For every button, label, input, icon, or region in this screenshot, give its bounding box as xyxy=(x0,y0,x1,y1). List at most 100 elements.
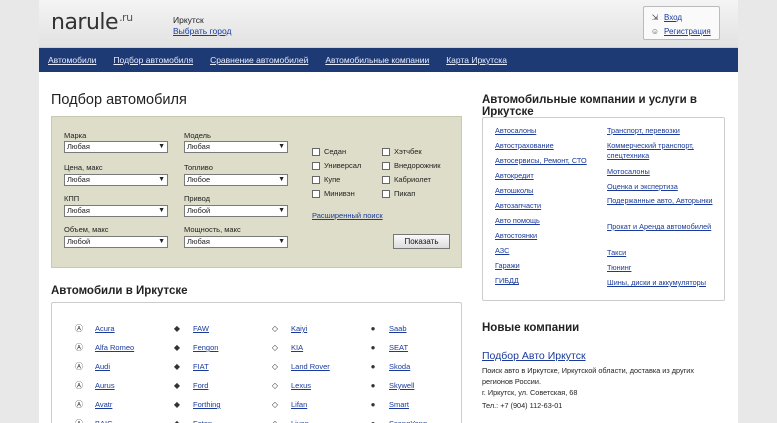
brand-item[interactable]: Ⓐ Audi xyxy=(72,362,110,371)
brand-link[interactable]: Kaiyi xyxy=(291,324,307,333)
company-category-link[interactable]: Авто помощь xyxy=(495,216,607,226)
price-select[interactable]: Любая ▼ xyxy=(64,174,168,186)
choose-city-link[interactable]: Выбрать город xyxy=(173,26,231,36)
body-pickup-checkbox[interactable]: Пикап xyxy=(382,189,415,198)
brand-link[interactable]: Avatr xyxy=(95,400,112,409)
brand-item[interactable]: ● SEAT xyxy=(366,343,408,352)
brand-link[interactable]: Livan xyxy=(291,419,309,423)
brand-item[interactable]: ◇ Lexus xyxy=(268,381,311,390)
field-label: Цена, макс xyxy=(64,163,103,172)
company-category-link[interactable]: АЗС xyxy=(495,246,607,256)
chevron-down-icon: ▼ xyxy=(278,238,285,245)
new-company-link[interactable]: Подбор Авто Иркутск xyxy=(482,350,586,362)
company-category-link[interactable]: Коммерческий транспорт, спецтехника xyxy=(607,141,719,161)
brand-link[interactable]: KIA xyxy=(291,343,303,352)
body-sedan-checkbox[interactable]: Седан xyxy=(312,147,346,156)
nav-car-compare[interactable]: Сравнение автомобилей xyxy=(210,55,308,65)
brand-item[interactable]: ◆ Foton xyxy=(170,419,212,423)
company-category-link[interactable]: Автосалоны xyxy=(495,126,607,136)
brand-item[interactable]: ● Skoda xyxy=(366,362,411,371)
company-category-link[interactable]: Автозапчасти xyxy=(495,201,607,211)
company-category-link[interactable]: ГИБДД xyxy=(495,276,607,286)
brand-link[interactable]: Audi xyxy=(95,362,110,371)
body-suv-checkbox[interactable]: Внедорожник xyxy=(382,161,441,170)
brand-item[interactable]: ◆ Fengon xyxy=(170,343,219,352)
company-category-link[interactable]: Шины, диски и аккумуляторы xyxy=(607,278,719,288)
register-link[interactable]: Регистрация xyxy=(664,27,711,36)
brand-item[interactable]: Ⓐ Avatr xyxy=(72,400,112,409)
company-category-link[interactable]: Автосервисы, Ремонт, СТО xyxy=(495,156,607,166)
drive-select[interactable]: Любой ▼ xyxy=(184,205,288,217)
brand-item[interactable]: ◇ Kaiyi xyxy=(268,324,307,333)
company-category-link[interactable]: Гаражи xyxy=(495,261,607,271)
brand-item[interactable]: ◇ Land Rover xyxy=(268,362,330,371)
company-category-link[interactable]: Автостоянки xyxy=(495,231,607,241)
company-category-link[interactable]: Подержанные авто, Авторынки xyxy=(607,196,719,206)
volume-select[interactable]: Любой ▼ xyxy=(64,236,168,248)
brand-item[interactable]: ◆ Ford xyxy=(170,381,209,390)
brand-link[interactable]: Lifan xyxy=(291,400,307,409)
brand-link[interactable]: Skoda xyxy=(389,362,410,371)
transmission-select[interactable]: Любая ▼ xyxy=(64,205,168,217)
company-category-link[interactable]: Автострахование xyxy=(495,141,607,151)
brand-item[interactable]: Ⓐ Alfa Romeo xyxy=(72,343,134,352)
company-category-link[interactable]: Такси xyxy=(607,248,719,258)
body-minivan-checkbox[interactable]: Минивэн xyxy=(312,189,355,198)
brand-item[interactable]: ● Smart xyxy=(366,400,409,409)
advanced-search-link[interactable]: Расширенный поиск xyxy=(312,211,383,220)
register-row[interactable]: ☺ Регистрация xyxy=(650,25,711,37)
body-hatchback-checkbox[interactable]: Хэтчбек xyxy=(382,147,422,156)
brand-item[interactable]: Ⓐ Aurus xyxy=(72,381,115,390)
brand-link[interactable]: Foton xyxy=(193,419,212,423)
brand-item[interactable]: ◆ Forthing xyxy=(170,400,221,409)
brand-item[interactable]: ● Saab xyxy=(366,324,407,333)
brand-item[interactable]: ◇ Livan xyxy=(268,419,309,423)
company-category-link[interactable]: Автошколы xyxy=(495,186,607,196)
company-category-link[interactable]: Мотосалоны xyxy=(607,167,719,177)
company-category-link[interactable]: Прокат и Аренда автомобилей xyxy=(607,222,719,232)
login-row[interactable]: ⇲ Вход xyxy=(650,11,682,23)
brand-link[interactable]: Land Rover xyxy=(291,362,330,371)
brand-link[interactable]: Acura xyxy=(95,324,115,333)
company-category-link[interactable]: Транспорт, перевозки xyxy=(607,126,719,136)
brand-item[interactable]: ◆ FAW xyxy=(170,324,209,333)
brand-link[interactable]: Alfa Romeo xyxy=(95,343,134,352)
login-link[interactable]: Вход xyxy=(664,13,682,22)
brand-item[interactable]: ◇ Lifan xyxy=(268,400,307,409)
brand-select[interactable]: Любая ▼ xyxy=(64,141,168,153)
nav-city-map[interactable]: Карта Иркутска xyxy=(446,55,507,65)
company-category-link[interactable]: Автокредит xyxy=(495,171,607,181)
brand-link[interactable]: SEAT xyxy=(389,343,408,352)
brand-link[interactable]: FAW xyxy=(193,324,209,333)
nav-cars[interactable]: Автомобили xyxy=(48,55,96,65)
brand-link[interactable]: Fengon xyxy=(193,343,218,352)
power-select[interactable]: Любая ▼ xyxy=(184,236,288,248)
nav-car-selection[interactable]: Подбор автомобиля xyxy=(113,55,193,65)
brand-link[interactable]: Skywell xyxy=(389,381,414,390)
company-category-link[interactable]: Оценка и экспертиза xyxy=(607,182,719,192)
body-wagon-checkbox[interactable]: Универсал xyxy=(312,161,361,170)
model-select[interactable]: Любая ▼ xyxy=(184,141,288,153)
show-button[interactable]: Показать xyxy=(393,234,450,249)
fuel-select[interactable]: Любое ▼ xyxy=(184,174,288,186)
brand-link[interactable]: Smart xyxy=(389,400,409,409)
brand-link[interactable]: Ford xyxy=(193,381,208,390)
brand-link[interactable]: Saab xyxy=(389,324,407,333)
brand-item[interactable]: ◆ FIAT xyxy=(170,362,209,371)
brand-item[interactable]: ● SsangYong xyxy=(366,419,428,423)
nav-auto-companies[interactable]: Автомобильные компании xyxy=(325,55,429,65)
brand-item[interactable]: Ⓐ Acura xyxy=(72,324,115,333)
company-category-link[interactable]: Тюнинг xyxy=(607,263,719,273)
brand-item[interactable]: Ⓐ BAIC xyxy=(72,419,113,423)
brand-link[interactable]: Aurus xyxy=(95,381,115,390)
body-cabrio-checkbox[interactable]: Кабриолет xyxy=(382,175,431,184)
brand-link[interactable]: SsangYong xyxy=(389,419,427,423)
site-logo[interactable]: narule.ru xyxy=(51,10,133,35)
brand-link[interactable]: Forthing xyxy=(193,400,221,409)
brand-link[interactable]: Lexus xyxy=(291,381,311,390)
brand-item[interactable]: ◇ KIA xyxy=(268,343,303,352)
body-coupe-checkbox[interactable]: Купе xyxy=(312,175,340,184)
brand-link[interactable]: FIAT xyxy=(193,362,209,371)
brand-item[interactable]: ● Skywell xyxy=(366,381,415,390)
brand-link[interactable]: BAIC xyxy=(95,419,113,423)
